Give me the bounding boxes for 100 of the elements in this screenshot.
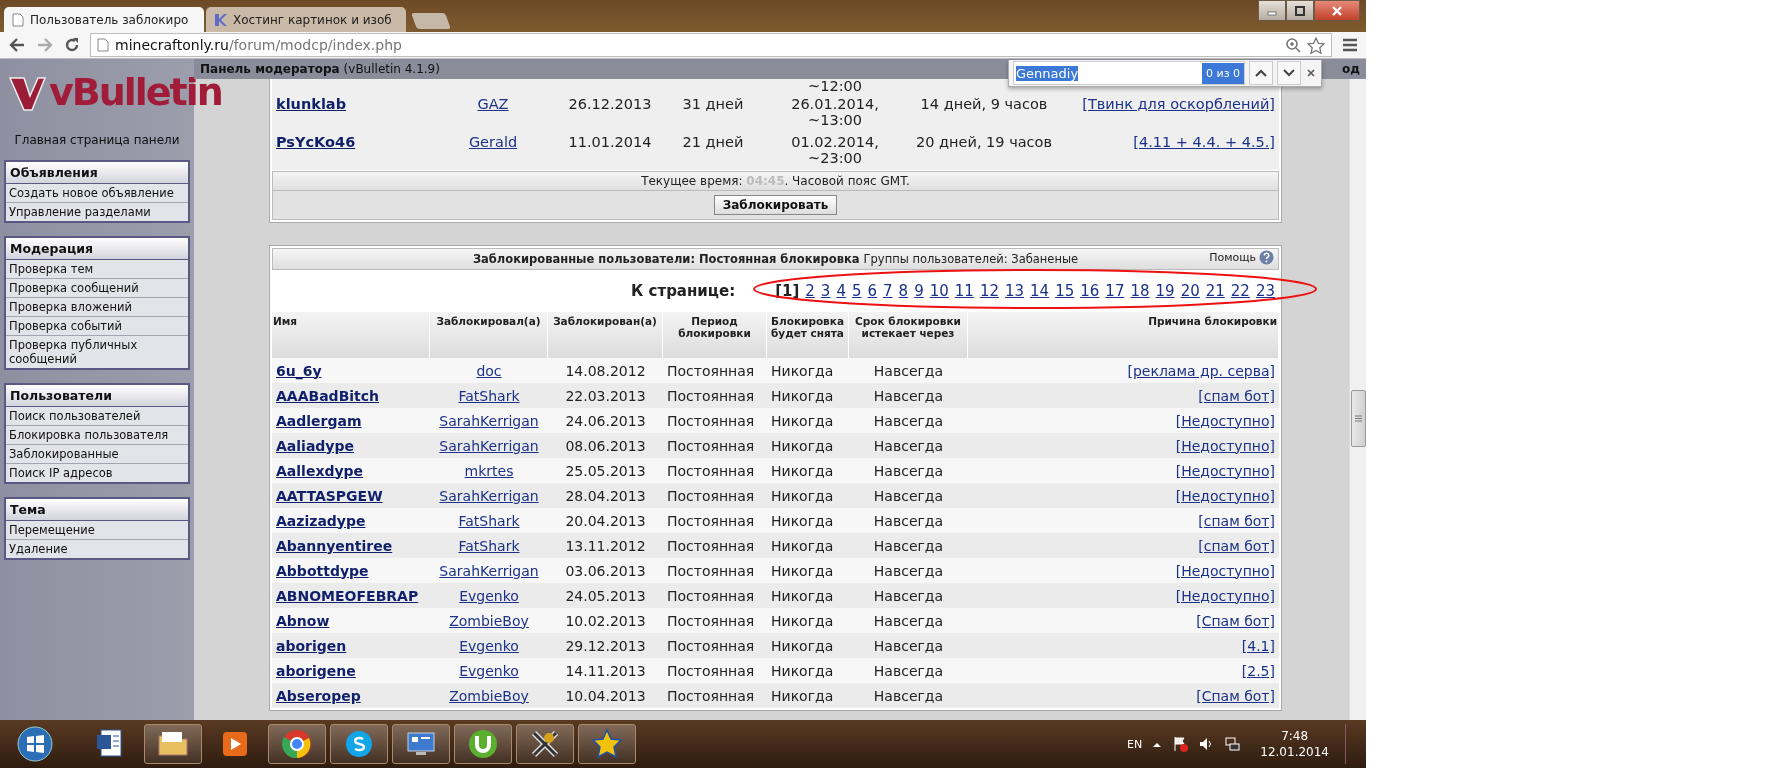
reason-link[interactable]: [2.5] — [1241, 662, 1275, 679]
previous-button[interactable] — [1249, 61, 1273, 85]
username-link[interactable]: Aazizadype — [276, 512, 366, 529]
reason-link[interactable]: [спам бот] — [1198, 512, 1275, 529]
page-link[interactable]: 13 — [1004, 282, 1025, 300]
username-link[interactable]: aborigene — [276, 662, 356, 679]
page-link[interactable]: 18 — [1130, 282, 1150, 300]
page-link[interactable]: 22 — [1230, 282, 1250, 300]
address-field[interactable]: minecraftonly.ru/forum/modcp/index.php — [90, 33, 1332, 57]
reason-link[interactable]: [4.1] — [1241, 637, 1275, 654]
reason-link[interactable]: [4.11 + 4.4. + 4.5.] — [1133, 134, 1275, 150]
menu-item[interactable]: Блокировка пользователя — [6, 426, 188, 445]
moderator-link[interactable]: SarahKerrigan — [439, 562, 539, 579]
page-link[interactable]: 12 — [979, 282, 999, 300]
page-link[interactable]: 19 — [1155, 282, 1175, 300]
help-icon[interactable] — [1259, 250, 1274, 265]
username-link[interactable]: Abannyentiree — [276, 537, 393, 554]
reason-link[interactable]: [Спам бот] — [1196, 687, 1275, 704]
username-link[interactable]: PsYcKo46 — [276, 134, 356, 150]
taskbar-button[interactable] — [330, 724, 388, 764]
taskbar-button[interactable] — [516, 724, 574, 764]
clock-date[interactable]: 12.01.2014 — [1260, 744, 1329, 760]
reason-link[interactable]: [Недоступно] — [1175, 562, 1275, 579]
moderator-link[interactable]: FatShark — [458, 512, 520, 529]
menu-item[interactable]: Управление разделами — [6, 203, 188, 221]
chevron-up-icon[interactable] — [1152, 740, 1163, 748]
scrollbar-thumb[interactable] — [1350, 390, 1366, 447]
username-link[interactable]: ABNOMEOFEBRAP — [276, 587, 419, 604]
page-link[interactable]: 16 — [1080, 282, 1100, 300]
page-link[interactable]: 7 — [883, 282, 893, 300]
moderator-link[interactable]: FatShark — [458, 387, 520, 404]
moderator-link[interactable]: doc — [476, 362, 502, 379]
page-link[interactable]: 21 — [1205, 282, 1225, 300]
page-link[interactable]: 10 — [929, 282, 949, 300]
menu-item[interactable]: Проверка сообщений — [6, 279, 188, 298]
current-page[interactable]: [1] — [775, 282, 800, 300]
page-link[interactable]: 15 — [1055, 282, 1075, 300]
close-icon[interactable] — [1305, 67, 1317, 79]
moderator-link[interactable]: Evgenko — [459, 587, 519, 604]
moderator-link[interactable]: SarahKerrigan — [439, 412, 539, 429]
page-link[interactable]: 23 — [1255, 282, 1275, 300]
network-icon[interactable] — [1224, 736, 1241, 752]
scrollbar[interactable] — [1349, 79, 1366, 720]
page-link[interactable]: 8 — [898, 282, 909, 300]
reason-link[interactable]: [Недоступно] — [1175, 412, 1275, 429]
help-link[interactable]: Помощь — [1209, 251, 1256, 264]
page-link[interactable]: 9 — [914, 282, 924, 300]
menu-item[interactable]: Поиск IP адресов — [6, 464, 188, 482]
taskbar-button[interactable] — [268, 724, 326, 764]
ban-button[interactable]: Заблокировать — [713, 195, 838, 215]
taskbar-button[interactable] — [144, 724, 202, 764]
page-link[interactable]: 5 — [851, 282, 862, 300]
menu-item[interactable]: Проверка тем — [6, 260, 188, 279]
moderator-link[interactable]: SarahKerrigan — [439, 437, 539, 454]
menu-item[interactable]: Заблокированные — [6, 445, 188, 464]
zoom-icon[interactable] — [1285, 37, 1301, 53]
reason-link[interactable]: [Недоступно] — [1175, 587, 1275, 604]
menu-icon[interactable] — [1342, 38, 1358, 52]
taskbar-button[interactable] — [392, 724, 450, 764]
flag-icon[interactable] — [1172, 736, 1189, 752]
menu-item[interactable]: Проверка событий — [6, 317, 188, 336]
back-icon[interactable] — [8, 37, 26, 53]
page-link[interactable]: 17 — [1105, 282, 1125, 300]
close-button[interactable] — [1314, 0, 1360, 21]
moderator-link[interactable]: Evgenko — [459, 662, 519, 679]
reason-link[interactable]: [Недоступно] — [1175, 487, 1275, 504]
username-link[interactable]: klunklab — [276, 96, 347, 112]
reason-link[interactable]: [Недоступно] — [1175, 437, 1275, 454]
reason-link[interactable]: [реклама др. серва] — [1127, 362, 1275, 379]
username-link[interactable]: AAABadBitch — [276, 387, 380, 404]
reason-link[interactable]: [спам бот] — [1198, 537, 1275, 554]
reason-link[interactable]: [Твинк для оскорблений] — [1082, 96, 1275, 112]
menu-item[interactable]: Проверка вложений — [6, 298, 188, 317]
clock-time[interactable]: 7:48 — [1281, 728, 1309, 744]
moderator-link[interactable]: FatShark — [458, 537, 520, 554]
home-link[interactable]: Главная страница панели — [4, 133, 190, 147]
header-link[interactable]: од — [1342, 62, 1360, 76]
username-link[interactable]: Aadlergam — [276, 412, 362, 429]
page-link[interactable]: 2 — [805, 282, 815, 300]
reason-link[interactable]: [спам бот] — [1198, 387, 1275, 404]
username-link[interactable]: Aaliadype — [276, 437, 354, 454]
menu-item[interactable]: Поиск пользователей — [6, 407, 188, 426]
menu-item[interactable]: Перемещение — [6, 521, 188, 540]
username-link[interactable]: 6u_6y — [276, 362, 322, 379]
username-link[interactable]: Abbottdype — [276, 562, 369, 579]
page-link[interactable]: 6 — [867, 282, 878, 300]
moderator-link[interactable]: Evgenko — [459, 637, 519, 654]
username-link[interactable]: AATTASPGEW — [276, 487, 383, 504]
maximize-button[interactable] — [1286, 0, 1314, 21]
moderator-link[interactable]: GAZ — [477, 96, 509, 112]
minimize-button[interactable] — [1258, 0, 1286, 21]
page-link[interactable]: 4 — [836, 282, 846, 300]
browser-tab[interactable]: Хостинг картинок и изоб — [206, 7, 406, 32]
moderator-link[interactable]: mkrtes — [464, 462, 514, 479]
taskbar-button[interactable] — [578, 724, 636, 764]
menu-item[interactable]: Проверка публичных сообщений — [6, 336, 188, 368]
reason-link[interactable]: [Недоступно] — [1175, 462, 1275, 479]
page-link[interactable]: 14 — [1030, 282, 1050, 300]
next-button[interactable] — [1277, 61, 1301, 85]
page-link[interactable]: 20 — [1180, 282, 1200, 300]
